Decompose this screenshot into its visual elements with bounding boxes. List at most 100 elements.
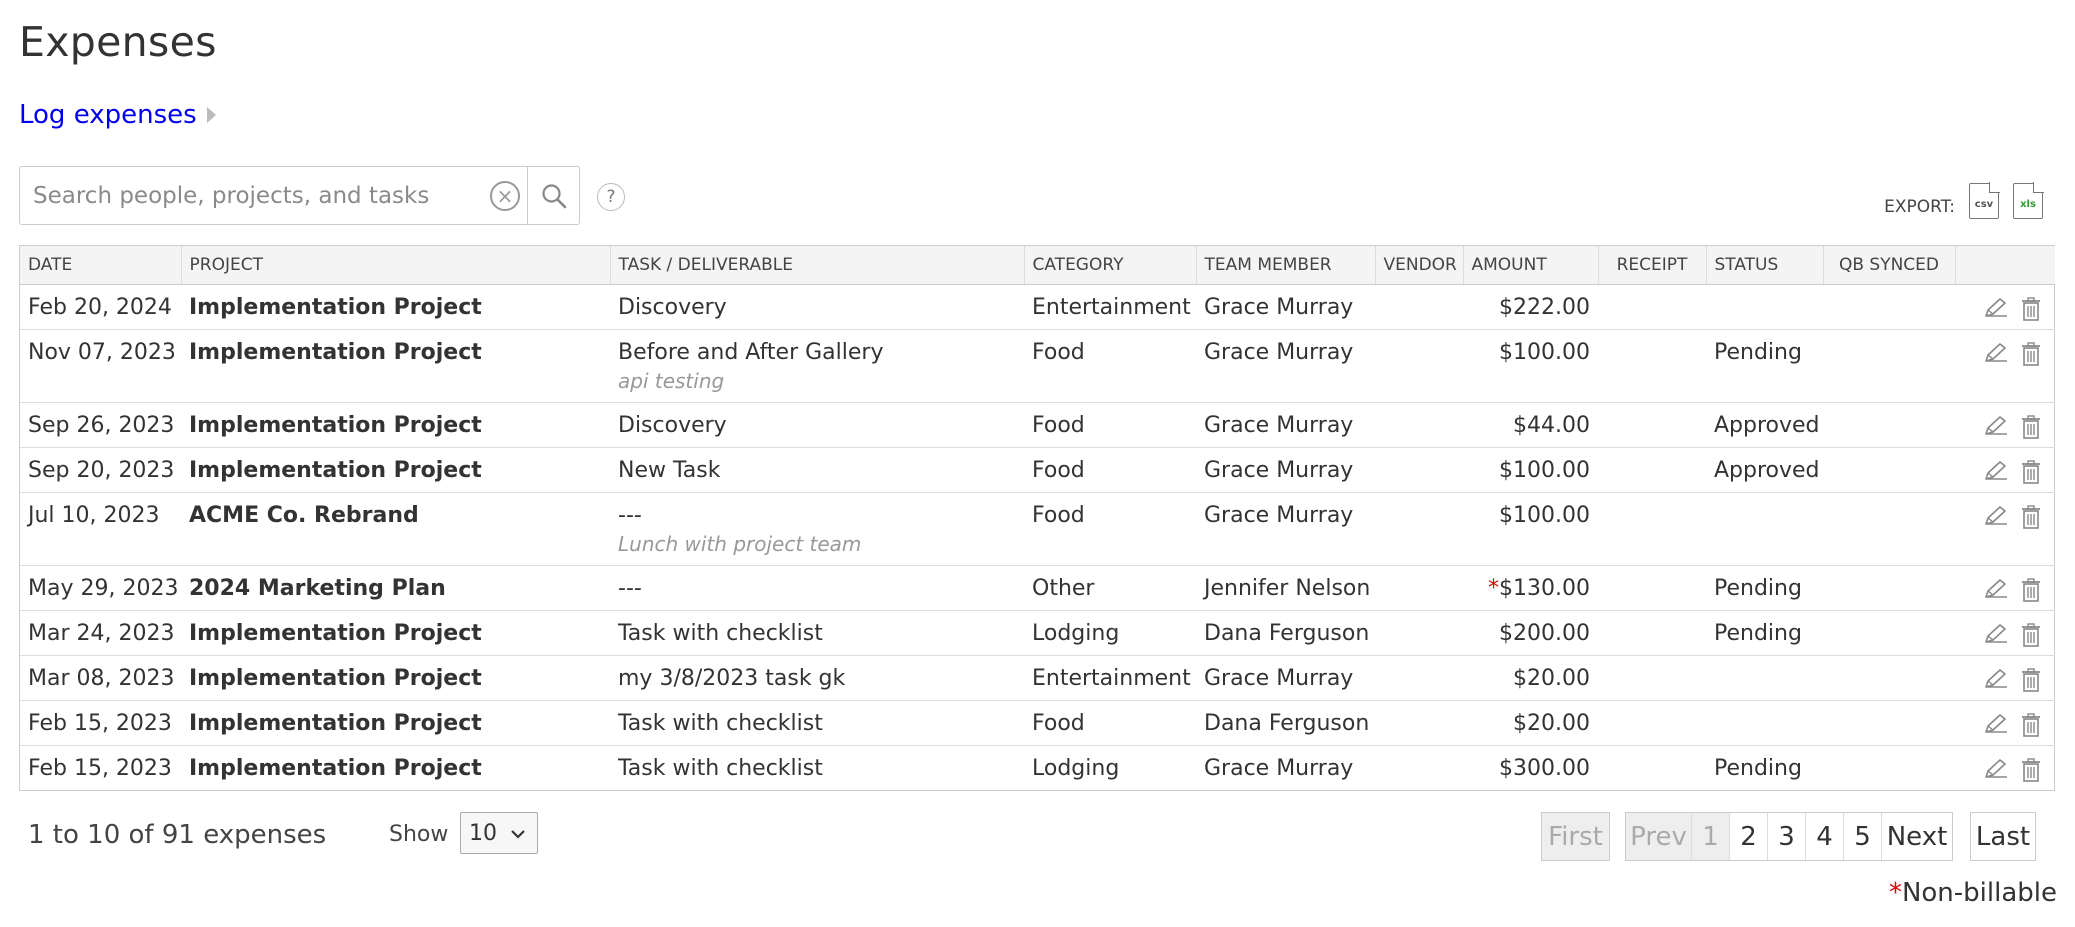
log-expenses-label[interactable]: Log expenses — [19, 100, 197, 130]
trash-icon[interactable] — [2021, 459, 2041, 490]
page-1-button[interactable]: 1 — [1692, 813, 1730, 860]
cell-date: Feb 15, 2023 — [20, 700, 181, 746]
pencil-icon[interactable] — [1983, 415, 2009, 443]
task-name: New Task — [618, 457, 721, 483]
cell-vendor — [1375, 655, 1463, 701]
pager-first-group: First — [1541, 812, 1610, 861]
amount-value: $200.00 — [1499, 620, 1590, 646]
col-project[interactable]: PROJECT — [181, 246, 611, 285]
cell-amount: $222.00 — [1463, 284, 1598, 330]
cell-date: May 29, 2023 — [20, 565, 181, 611]
trash-icon[interactable] — [2021, 622, 2041, 653]
cell-amount: $44.00 — [1463, 402, 1598, 448]
task-name: --- — [618, 575, 642, 601]
cell-amount: $100.00 — [1463, 329, 1598, 403]
col-receipt[interactable]: RECEIPT — [1598, 246, 1707, 285]
table-row[interactable]: May 29, 2023 2024 Marketing Plan --- Other J… — [20, 565, 2055, 611]
prev-page-button[interactable]: Prev — [1626, 813, 1692, 860]
cell-task: Task with checklist — [610, 700, 1024, 746]
task-name: my 3/8/2023 task gk — [618, 665, 846, 691]
table-row[interactable]: Feb 15, 2023 Implementation Project Task w… — [20, 700, 2055, 746]
trash-icon[interactable] — [2021, 577, 2041, 608]
chevron-down-icon — [511, 830, 525, 839]
cell-project: Implementation Project — [181, 329, 610, 403]
search-input[interactable] — [20, 167, 483, 224]
trash-icon[interactable] — [2021, 667, 2041, 698]
page-size-select[interactable]: 10 — [460, 812, 538, 854]
cell-project: ACME Co. Rebrand — [181, 492, 610, 566]
cell-actions — [1955, 329, 2055, 403]
page-4-button[interactable]: 4 — [1806, 813, 1844, 860]
cell-status: Pending — [1706, 565, 1823, 611]
log-expenses-link[interactable]: Log expenses — [19, 100, 216, 130]
page-5-button[interactable]: 5 — [1844, 813, 1882, 860]
page-3-button[interactable]: 3 — [1768, 813, 1806, 860]
table-row[interactable]: Mar 24, 2023 Implementation Project Task w… — [20, 610, 2055, 656]
col-vendor[interactable]: VENDOR — [1375, 246, 1464, 285]
pencil-icon[interactable] — [1983, 623, 2009, 651]
cell-vendor — [1375, 447, 1463, 493]
pencil-icon[interactable] — [1983, 460, 2009, 488]
cell-qb-synced — [1823, 329, 1955, 403]
trash-icon[interactable] — [2021, 341, 2041, 372]
xls-file-icon[interactable]: xls — [2013, 182, 2044, 219]
pencil-icon[interactable] — [1983, 668, 2009, 696]
cell-project: Implementation Project — [181, 655, 610, 701]
cell-actions — [1955, 700, 2055, 746]
cell-qb-synced — [1823, 284, 1955, 330]
pencil-icon[interactable] — [1983, 578, 2009, 606]
pencil-icon[interactable] — [1983, 713, 2009, 741]
col-category[interactable]: CATEGORY — [1024, 246, 1197, 285]
col-qb-synced[interactable]: QB SYNCED — [1823, 246, 1956, 285]
table-row[interactable]: Feb 15, 2023 Implementation Project Task w… — [20, 745, 2055, 790]
cell-receipt — [1598, 329, 1706, 403]
trash-icon[interactable] — [2021, 504, 2041, 535]
col-team-member[interactable]: TEAM MEMBER — [1196, 246, 1376, 285]
last-page-button[interactable]: Last — [1971, 813, 2035, 860]
cell-task: Discovery — [610, 284, 1024, 330]
cell-amount: $20.00 — [1463, 655, 1598, 701]
trash-icon[interactable] — [2021, 757, 2041, 788]
cell-status: Pending — [1706, 610, 1823, 656]
cell-date: Sep 26, 2023 — [20, 402, 181, 448]
table-row[interactable]: Sep 20, 2023 Implementation Project New Ta… — [20, 447, 2055, 493]
col-task[interactable]: TASK / DELIVERABLE — [610, 246, 1025, 285]
task-name: Task with checklist — [618, 620, 823, 646]
cell-category: Food — [1024, 492, 1196, 566]
cell-date: Feb 15, 2023 — [28, 755, 172, 781]
next-page-button[interactable]: Next — [1882, 813, 1952, 860]
first-page-button[interactable]: First — [1542, 813, 1609, 860]
cell-receipt — [1598, 700, 1706, 746]
col-actions — [1955, 246, 2055, 285]
cell-status: Pending — [1714, 755, 1802, 781]
page-2-button[interactable]: 2 — [1730, 813, 1768, 860]
cell-vendor — [1375, 565, 1463, 611]
table-row[interactable]: Jul 10, 2023 ACME Co. Rebrand --- Lunch wit… — [20, 492, 2055, 566]
amount-value: $100.00 — [1499, 457, 1590, 483]
cell-qb-synced — [1823, 700, 1955, 746]
results-summary: 1 to 10 of 91 expenses — [28, 820, 327, 850]
pencil-icon[interactable] — [1983, 342, 2009, 370]
table-row[interactable]: Nov 07, 2023 Implementation Project Before… — [20, 329, 2055, 403]
pencil-icon[interactable] — [1983, 297, 2009, 325]
table-row[interactable]: Feb 20, 2024 Implementation Project Discov… — [20, 284, 2055, 330]
trash-icon[interactable] — [2021, 712, 2041, 743]
trash-icon[interactable] — [2021, 296, 2041, 327]
csv-file-icon[interactable]: csv — [1969, 182, 2000, 219]
table-row[interactable]: Sep 26, 2023 Implementation Project Discov… — [20, 402, 2055, 448]
trash-icon[interactable] — [2021, 414, 2041, 445]
pencil-icon[interactable] — [1983, 758, 2009, 786]
xls-label: xls — [2020, 199, 2036, 210]
help-icon[interactable]: ? — [597, 183, 625, 211]
clear-search-button[interactable]: × — [483, 167, 527, 224]
amount-value: $44.00 — [1513, 412, 1590, 438]
col-date[interactable]: DATE — [20, 246, 182, 285]
col-amount[interactable]: AMOUNT — [1463, 246, 1599, 285]
cell-vendor — [1375, 745, 1463, 790]
pencil-icon[interactable] — [1983, 505, 2009, 533]
col-status[interactable]: STATUS — [1706, 246, 1824, 285]
cell-actions — [1955, 745, 2055, 790]
search-button[interactable] — [527, 167, 579, 224]
cell-status: Pending — [1706, 329, 1823, 403]
table-row[interactable]: Mar 08, 2023 Implementation Project my 3/8… — [20, 655, 2055, 701]
